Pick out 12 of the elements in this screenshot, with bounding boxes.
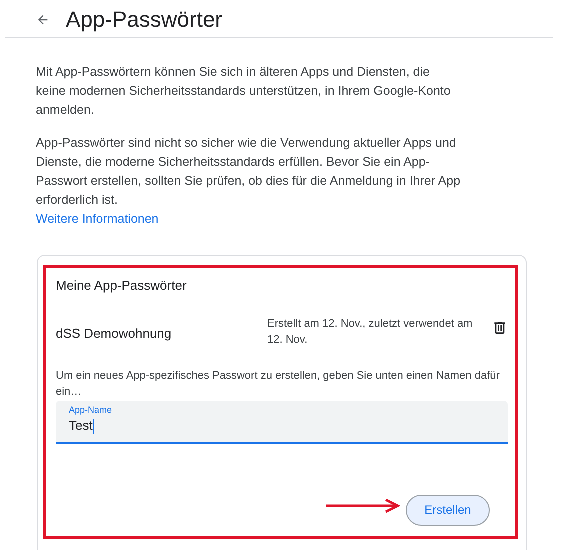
hint-text: Um ein neues App-spezifisches Passwort zu erstellen, geben Sie unten einen Namen dafür ein… [56,368,501,400]
description-paragraph: App-Passwörter sind nicht so sicher wie die Verwendung aktueller Apps und Dienste, die moderne Sicherheitsstandards erfüllen. Bevor Sie ein App-Passwort erstellen, sollten Sie prüfen, ob dies für die Anmeldung in Ihrer App erforderlich ist. [36,135,462,209]
card-title: Meine App-Passwörter [56,277,188,295]
back-arrow-icon[interactable] [36,13,50,27]
more-info-link[interactable]: Weitere Informationen [36,212,159,226]
trash-icon[interactable] [492,320,508,336]
page-title: App-Passwörter [66,9,223,31]
description-paragraph: Mit App-Passwörtern können Sie sich in älteren Apps und Diensten, die keine modernen Sicherheitsstandards unterstützen, in Ihrem Google-Konto anmelden. [36,64,452,119]
password-name: dSS Demowohnung [56,324,173,343]
create-button[interactable]: Erstellen [406,494,490,526]
app-name-field[interactable]: App-Name Test [56,400,508,444]
password-info: Erstellt am 12. Nov., zuletzt verwendet am 12. Nov. [268,316,474,348]
